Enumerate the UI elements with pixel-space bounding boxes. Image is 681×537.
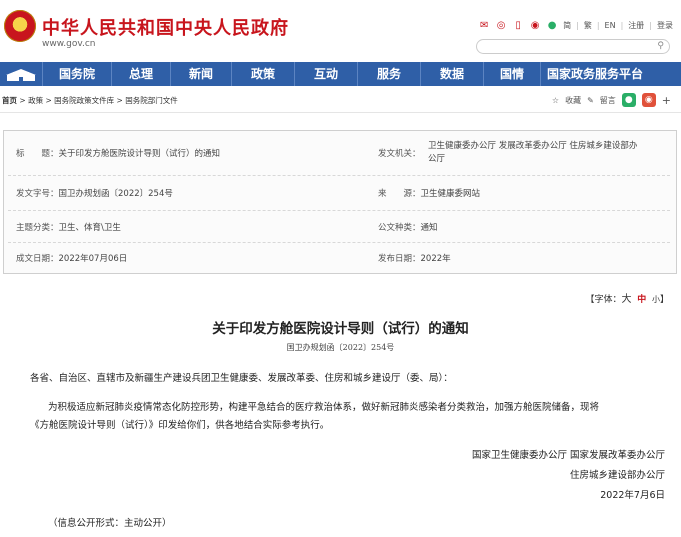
divider — [8, 210, 670, 212]
document-number: 国卫办规划函〔2022〕254号 — [286, 343, 395, 352]
type-value: 通知 — [420, 223, 438, 233]
breadcrumb-policy[interactable]: 政策 — [28, 96, 43, 105]
font-size-small[interactable]: 小 — [652, 295, 660, 304]
font-size-medium[interactable]: 中 — [637, 295, 646, 305]
signer-line2: 住房城乡建设部办公厅 — [569, 470, 665, 481]
nav-item-policy[interactable]: 政策 — [232, 62, 295, 86]
title-value: 关于印发方舱医院设计导则（试行）的通知 — [58, 149, 221, 159]
tiananmen-icon — [6, 69, 36, 81]
nav-item-interaction[interactable]: 互动 — [295, 62, 358, 86]
breadcrumb-separator: > — [45, 96, 52, 105]
document-title: 关于印发方舱医院设计导则（试行）的通知 — [212, 321, 469, 337]
site-url[interactable]: www.gov.cn — [42, 39, 95, 49]
docno-label: 发文字号： — [16, 189, 59, 199]
weibo-icon[interactable]: ◎ — [495, 20, 507, 31]
comment-link[interactable]: 留言 — [600, 95, 616, 106]
login-link[interactable]: 登录 — [657, 20, 673, 31]
addressee: 各省、自治区、直辖市及新疆生产建设兵团卫生健康委、发展改革委、住房和城乡建设厅（… — [30, 373, 453, 384]
divider — [8, 175, 670, 177]
issuer-value-line2: 公厅 — [428, 154, 446, 164]
search-input[interactable]: ⚲ — [476, 39, 670, 54]
nav-item-state-council[interactable]: 国务院 — [43, 62, 112, 86]
issuer-label: 发文机关： — [378, 149, 421, 159]
top-links: ✉ ◎ ▯ ◉ ● 简 | 繁 | EN | 注册 | 登录 — [478, 20, 673, 31]
pen-icon[interactable]: ✎ — [587, 96, 594, 105]
body-paragraph-line1: 为积极适应新冠肺炎疫情常态化防控形势，构建平急结合的医疗救治体系，做好新冠肺炎感… — [48, 402, 600, 413]
nav-item-premier[interactable]: 总理 — [112, 62, 171, 86]
issuer-value-line1: 卫生健康委办公厅 发展改革委办公厅 住房城乡建设部办 — [428, 141, 638, 151]
signing-date: 2022年7月6日 — [600, 490, 665, 501]
search-icon[interactable]: ⚲ — [657, 40, 664, 53]
weibo-share-icon[interactable]: ◉ — [641, 93, 656, 107]
nav-item-service[interactable]: 服务 — [358, 62, 421, 86]
published-date-label: 发布日期： — [378, 254, 421, 264]
written-date-label: 成文日期： — [16, 254, 59, 264]
title-label: 标 题： — [16, 149, 59, 159]
font-size-large[interactable]: 大 — [622, 294, 632, 305]
divider: | — [576, 21, 579, 30]
wechat-icon[interactable]: ● — [546, 20, 558, 31]
nav-item-data[interactable]: 数据 — [421, 62, 484, 86]
divider: | — [620, 21, 624, 30]
mail-icon[interactable]: ✉ — [478, 20, 490, 31]
breadcrumb-policy-library[interactable]: 国务院政策文件库 — [54, 96, 114, 105]
breadcrumb-separator: > — [19, 96, 26, 105]
topic-label: 主题分类： — [16, 223, 59, 233]
breadcrumb-department-docs[interactable]: 国务院部门文件 — [125, 96, 178, 105]
written-date-value: 2022年07月06日 — [58, 254, 128, 264]
published-date-value: 2022年 — [420, 254, 451, 264]
issuer-value: 卫生健康委办公厅 发展改革委办公厅 住房城乡建设部办 公厅 — [428, 140, 637, 166]
nav-item-national-info[interactable]: 国情 — [484, 62, 541, 86]
site-title[interactable]: 中华人民共和国中央人民政府 — [42, 14, 289, 40]
signer-line1: 国家卫生健康委办公厅 国家发展改革委办公厅 — [471, 450, 665, 461]
main-nav: 国务院 总理 新闻 政策 互动 服务 数据 国情 国家政务服务平台 — [0, 62, 681, 86]
type-label: 公文种类： — [378, 223, 421, 233]
font-size-prefix: 【字体： — [585, 295, 622, 305]
divider — [0, 112, 681, 113]
star-icon[interactable]: ☆ — [552, 96, 559, 105]
font-size-switcher: 【字体：大 中 小】 — [585, 290, 669, 305]
weibo-icon[interactable]: ◉ — [529, 20, 541, 31]
breadcrumb-separator: > — [116, 96, 123, 105]
lang-simplified-link[interactable]: 简 — [563, 20, 571, 31]
site-header: 中华人民共和国中央人民政府 www.gov.cn ✉ ◎ ▯ ◉ ● 简 | 繁… — [0, 0, 681, 62]
lang-traditional-link[interactable]: 繁 — [584, 20, 592, 31]
collect-link[interactable]: 收藏 — [565, 95, 581, 106]
breadcrumb-home[interactable]: 首页 — [2, 96, 17, 105]
nav-item-service-platform[interactable]: 国家政务服务平台 — [541, 62, 649, 86]
phone-icon[interactable]: ▯ — [512, 20, 524, 31]
body-paragraph-line2: 《方舱医院设计导则（试行）》印发给你们，供各地结合实际参考执行。 — [30, 420, 330, 431]
more-share-icon[interactable]: + — [662, 94, 671, 107]
font-size-suffix: 】 — [659, 295, 669, 305]
source-label: 来 源： — [378, 189, 421, 199]
breadcrumb: 首页 > 政策 > 国务院政策文件库 > 国务院部门文件 ☆ 收藏 ✎ 留言 ●… — [0, 93, 681, 111]
source-value: 卫生健康委网站 — [420, 189, 481, 199]
divider: | — [649, 21, 652, 30]
disclosure-note: （信息公开形式：主动公开） — [48, 518, 172, 529]
document-info-table: 标 题：关于印发方舱医院设计导则（试行）的通知 发文机关： 卫生健康委办公厅 发… — [3, 130, 677, 274]
wechat-share-icon[interactable]: ● — [621, 93, 636, 107]
nav-item-news[interactable]: 新闻 — [171, 62, 232, 86]
divider: | — [596, 21, 600, 30]
nav-home-icon[interactable] — [0, 62, 43, 86]
divider — [8, 242, 670, 244]
docno-value: 国卫办规划函〔2022〕254号 — [58, 189, 173, 199]
national-emblem-icon[interactable] — [4, 10, 36, 42]
lang-english-link[interactable]: EN — [605, 21, 616, 30]
register-link[interactable]: 注册 — [628, 20, 644, 31]
topic-value: 卫生、体育\卫生 — [58, 223, 121, 233]
